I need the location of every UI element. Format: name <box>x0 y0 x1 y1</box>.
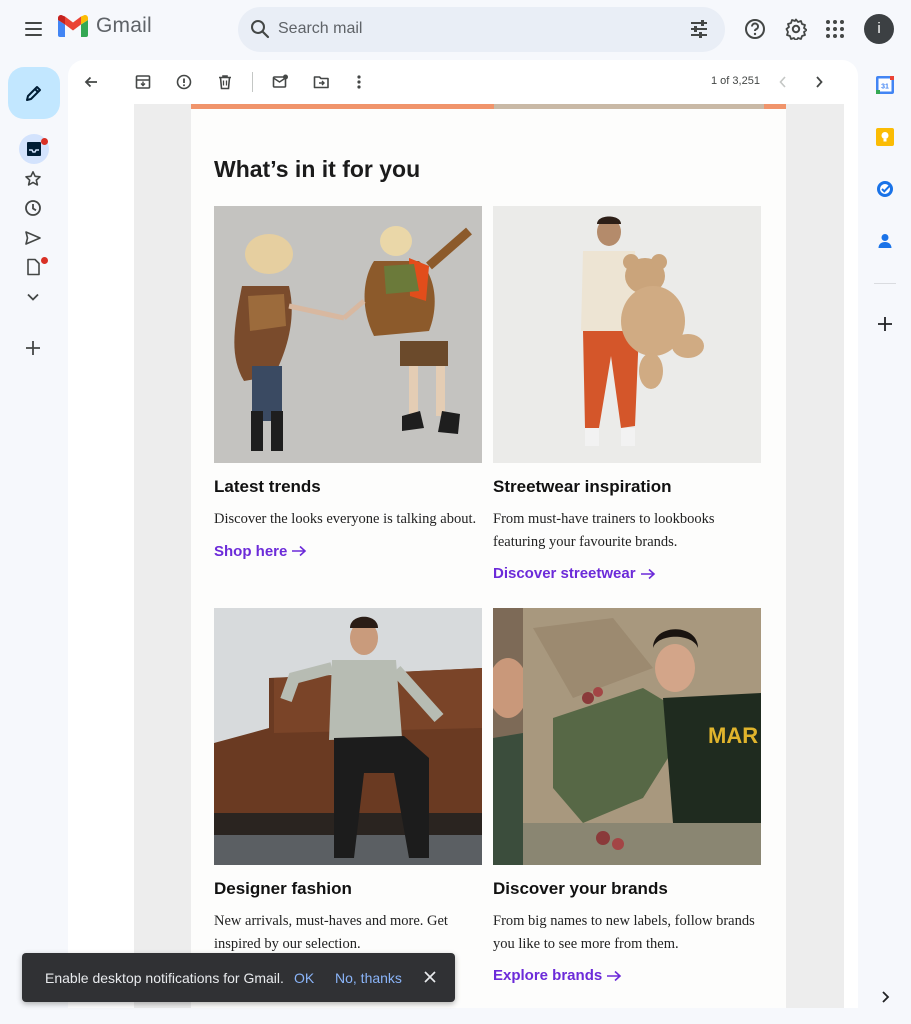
card-designer-fashion: Designer fashion New arrivals, must-have… <box>214 608 482 955</box>
top-bar: Gmail Search mail i <box>0 0 911 60</box>
chevron-right-icon <box>816 76 823 88</box>
main-menu-icon[interactable] <box>22 18 44 40</box>
card-latest-trends: Latest trends Discover the looks everyon… <box>214 206 482 560</box>
message-count: 1 of 3,251 <box>711 75 760 87</box>
close-icon[interactable] <box>422 969 438 985</box>
card-streetwear-inspiration: Streetwear inspiration From must-have tr… <box>493 206 761 582</box>
card-description: Discover the looks everyone is talking a… <box>214 511 477 527</box>
archive-icon <box>135 75 151 89</box>
older-button[interactable] <box>809 72 829 92</box>
back-button[interactable] <box>81 72 101 92</box>
latest-trends-photo[interactable] <box>214 206 482 463</box>
discover-brands-photo[interactable]: MAR <box>493 608 761 865</box>
tasks-icon[interactable] <box>876 180 894 198</box>
account-avatar[interactable]: i <box>864 14 894 44</box>
arrow-right-icon <box>640 568 655 579</box>
apps-grid-icon[interactable] <box>824 18 846 40</box>
card-heading: Discover your brands <box>493 879 668 898</box>
more-vert-icon <box>357 75 361 89</box>
email-body: What’s in it for you Latest trends Disco… <box>191 104 786 1008</box>
link-label: Explore brands <box>493 967 603 984</box>
man-with-teddy-bear-image <box>493 206 761 463</box>
gmail-logo[interactable]: Gmail <box>58 14 152 38</box>
arrow-right-icon <box>607 970 622 981</box>
link-label: Discover streetwear <box>493 565 636 582</box>
archive-button[interactable] <box>133 72 153 92</box>
send-icon <box>25 231 41 245</box>
compose-button[interactable] <box>8 67 60 119</box>
search-icon[interactable] <box>250 19 270 39</box>
pencil-icon <box>26 86 41 101</box>
more-options-button[interactable] <box>349 72 369 92</box>
designer-fashion-photo[interactable] <box>214 608 482 865</box>
man-lying-on-rocks-image: MAR <box>493 608 761 865</box>
card-description: New arrivals, must-haves and more. Get i… <box>214 913 448 952</box>
inbox-icon <box>27 142 41 156</box>
nav-starred[interactable] <box>22 168 44 190</box>
inbox-unread-dot <box>41 138 48 145</box>
snackbar-no-thanks-button[interactable]: No, thanks <box>335 970 402 986</box>
chevron-down-icon <box>27 293 39 301</box>
calendar-icon[interactable]: 31 <box>876 76 894 94</box>
report-spam-button[interactable] <box>174 72 194 92</box>
card-description: From must-have trainers to lookbooks fea… <box>493 511 715 550</box>
svg-text:MAR: MAR <box>708 723 758 748</box>
mark-unread-icon <box>272 74 288 88</box>
snackbar-ok-button[interactable]: OK <box>294 970 314 986</box>
link-label: Shop here <box>214 542 288 560</box>
search-input[interactable]: Search mail <box>278 20 362 38</box>
snackbar-message: Enable desktop notifications for Gmail. <box>45 970 284 986</box>
explore-brands-link[interactable]: Explore brands <box>493 967 761 984</box>
calendar-day: 31 <box>881 84 889 91</box>
search-options-icon[interactable] <box>689 19 709 39</box>
mark-unread-button[interactable] <box>270 72 290 92</box>
contacts-icon[interactable] <box>876 232 894 250</box>
shop-here-link[interactable]: Shop here <box>214 543 482 560</box>
keep-icon[interactable] <box>876 128 894 146</box>
right-rail-divider <box>874 283 896 284</box>
discover-streetwear-link[interactable]: Discover streetwear <box>493 565 761 582</box>
dancing-couple-image <box>214 206 482 463</box>
get-addons-plus-icon[interactable] <box>876 315 894 333</box>
help-icon[interactable] <box>744 18 766 40</box>
card-discover-your-brands: MAR Discover your brands From big names … <box>493 608 761 984</box>
create-label-button[interactable] <box>22 337 44 359</box>
draft-file-icon <box>27 258 40 276</box>
card-heading: Latest trends <box>214 477 321 496</box>
nav-more[interactable] <box>22 286 44 308</box>
section-title: What’s in it for you <box>214 156 421 182</box>
header-banner-image <box>494 104 764 109</box>
streetwear-photo[interactable] <box>493 206 761 463</box>
app-name: Gmail <box>96 14 152 37</box>
report-icon <box>176 74 192 90</box>
card-description: From big names to new labels, follow bra… <box>493 913 755 952</box>
chevron-left-icon <box>779 76 786 88</box>
nav-snoozed[interactable] <box>22 197 44 219</box>
move-to-button[interactable] <box>311 72 331 92</box>
expand-side-panel-chevron-icon[interactable] <box>876 988 894 1006</box>
trash-icon <box>219 75 231 90</box>
arrow-left-icon <box>84 76 97 88</box>
search-bar[interactable]: Search mail <box>238 7 725 52</box>
newer-button[interactable] <box>773 72 793 92</box>
message-toolbar: 1 of 3,251 <box>68 60 858 104</box>
card-heading: Designer fashion <box>214 879 352 898</box>
delete-button[interactable] <box>215 72 235 92</box>
drafts-dot <box>41 257 48 264</box>
nav-sent[interactable] <box>22 227 44 249</box>
message-panel: 1 of 3,251 What’s in it for you Latest t… <box>68 60 858 1008</box>
arrow-right-icon <box>292 545 307 557</box>
plus-icon <box>26 341 40 355</box>
man-on-sofa-image <box>214 608 482 865</box>
star-icon <box>25 171 41 186</box>
notification-snackbar: Enable desktop notifications for Gmail. … <box>22 953 455 1002</box>
toolbar-divider <box>252 72 253 92</box>
settings-gear-icon[interactable] <box>785 18 807 40</box>
email-viewport: What’s in it for you Latest trends Disco… <box>134 104 844 1008</box>
gmail-m-icon <box>58 15 88 37</box>
folder-move-icon <box>313 76 329 89</box>
card-heading: Streetwear inspiration <box>493 477 672 496</box>
clock-icon <box>25 200 41 216</box>
